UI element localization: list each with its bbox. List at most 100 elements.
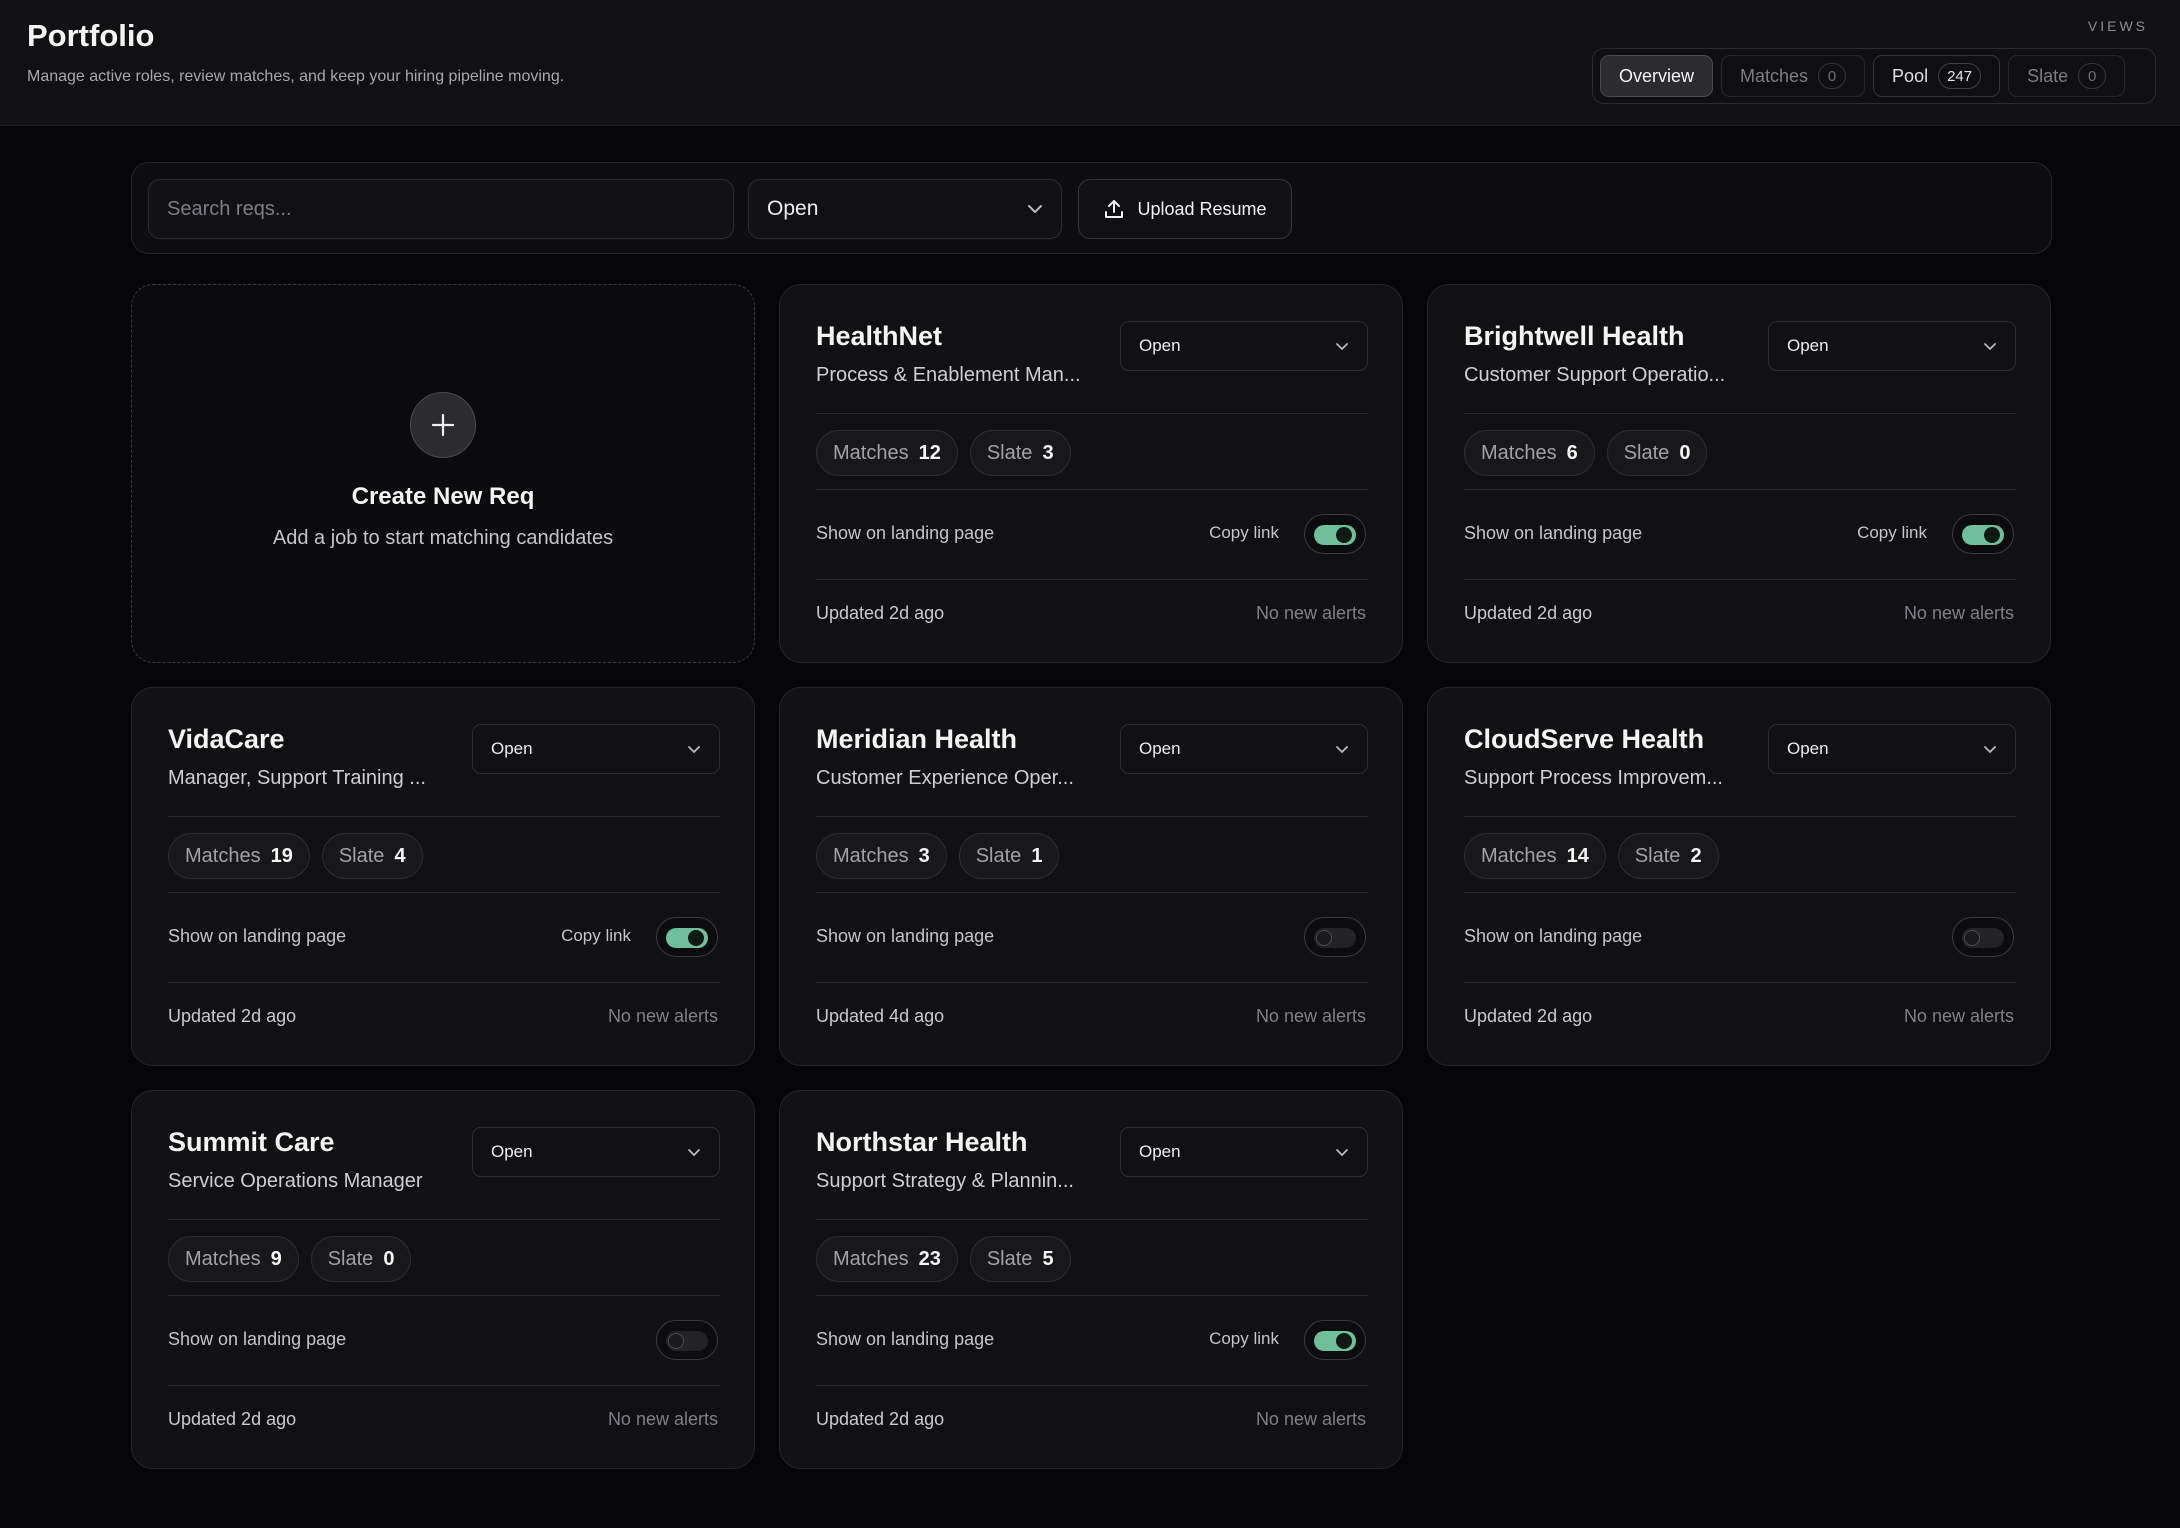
show-on-landing-label: Show on landing page: [816, 926, 995, 946]
slate-pill[interactable]: Slate 0: [310, 1236, 412, 1282]
req-card[interactable]: VidaCare Manager, Support Training ... Ope…: [131, 687, 755, 1066]
alerts-status: No new alerts: [1255, 1006, 1366, 1026]
slate-pill[interactable]: Slate 1: [958, 833, 1060, 879]
toggle-knob: [1964, 930, 1980, 946]
tab-matches[interactable]: Matches 0: [1721, 55, 1866, 97]
show-on-landing-label: Show on landing page: [168, 926, 347, 946]
matches-pill[interactable]: Matches 14: [1464, 833, 1606, 879]
divider: [816, 892, 1368, 893]
req-status-value: Open: [491, 1142, 533, 1161]
slate-pill[interactable]: Slate 0: [1606, 430, 1708, 476]
search-input[interactable]: [148, 179, 734, 239]
matches-count: 14: [1566, 844, 1589, 867]
req-status-select[interactable]: Open: [1120, 724, 1368, 774]
chevron-down-icon: [1336, 745, 1348, 753]
status-filter-select[interactable]: Open: [748, 179, 1062, 239]
tab-slate[interactable]: Slate 0: [2008, 55, 2126, 97]
slate-pill[interactable]: Slate 3: [969, 430, 1071, 476]
views-tab-bar: Overview Matches 0 Pool 247 Slate 0: [1592, 48, 2156, 104]
slate-count: 5: [1042, 1247, 1054, 1270]
req-card[interactable]: Brightwell Health Customer Support Operat…: [1427, 284, 2051, 663]
matches-label: Matches: [185, 844, 261, 867]
toggle-track: [1962, 525, 2004, 545]
company-name: VidaCare: [168, 724, 285, 754]
landing-page-toggle[interactable]: [1952, 917, 2014, 957]
divider: [168, 982, 720, 983]
slate-pill[interactable]: Slate 2: [1617, 833, 1719, 879]
chevron-down-icon: [1984, 745, 1996, 753]
show-on-landing-label: Show on landing page: [816, 523, 995, 543]
alerts-status: No new alerts: [607, 1409, 718, 1429]
landing-page-toggle[interactable]: [656, 1320, 718, 1360]
matches-pill[interactable]: Matches 12: [816, 430, 958, 476]
slate-pill[interactable]: Slate 5: [969, 1236, 1071, 1282]
toggle-track: [666, 928, 708, 948]
matches-label: Matches: [1481, 441, 1557, 464]
slate-pill[interactable]: Slate 4: [321, 833, 423, 879]
divider: [1464, 816, 2016, 817]
req-card[interactable]: Meridian Health Customer Experience Oper.…: [779, 687, 1403, 1066]
landing-page-toggle[interactable]: [1304, 1320, 1366, 1360]
matches-pill[interactable]: Matches 19: [168, 833, 310, 879]
count-pills: Matches 12 Slate 3: [816, 430, 1071, 476]
copy-link[interactable]: Copy link: [1857, 523, 1927, 543]
req-card[interactable]: HealthNet Process & Enablement Man... Open…: [779, 284, 1403, 663]
matches-pill[interactable]: Matches 6: [1464, 430, 1595, 476]
alerts-status: No new alerts: [607, 1006, 718, 1026]
req-card[interactable]: CloudServe Health Support Process Improve…: [1427, 687, 2051, 1066]
create-req-title: Create New Req: [351, 483, 535, 510]
filter-toolbar: Open Upload Resume: [131, 162, 2052, 254]
req-status-select[interactable]: Open: [1120, 1127, 1368, 1177]
slate-label: Slate: [327, 1247, 374, 1270]
matches-count: 12: [918, 441, 941, 464]
req-status-value: Open: [1787, 336, 1829, 355]
company-name: Meridian Health: [816, 724, 1018, 754]
upload-resume-button[interactable]: Upload Resume: [1078, 179, 1292, 239]
req-card[interactable]: Northstar Health Support Strategy & Plann…: [779, 1090, 1403, 1469]
req-status-select[interactable]: Open: [472, 724, 720, 774]
create-new-req-card[interactable]: Create New Req Add a job to start matchi…: [131, 284, 755, 663]
tab-count-badge: 0: [2078, 63, 2107, 89]
divider: [816, 1295, 1368, 1296]
chevron-down-icon: [1336, 1148, 1348, 1156]
req-status-select[interactable]: Open: [1768, 724, 2016, 774]
copy-link[interactable]: Copy link: [1209, 1329, 1279, 1349]
divider: [816, 982, 1368, 983]
landing-page-toggle[interactable]: [1952, 514, 2014, 554]
slate-count: 2: [1690, 844, 1702, 867]
alerts-status: No new alerts: [1255, 1409, 1366, 1429]
divider: [816, 1219, 1368, 1220]
divider: [1464, 413, 2016, 414]
alerts-status: No new alerts: [1903, 603, 2014, 623]
page-header: Portfolio Manage active roles, review ma…: [0, 0, 2180, 126]
landing-page-toggle[interactable]: [1304, 917, 1366, 957]
toggle-knob: [1336, 1333, 1352, 1349]
updated-timestamp: Updated 2d ago: [1464, 1006, 1593, 1026]
req-status-select[interactable]: Open: [472, 1127, 720, 1177]
slate-label: Slate: [986, 441, 1033, 464]
matches-pill[interactable]: Matches 3: [816, 833, 947, 879]
page-title: Portfolio: [27, 18, 155, 53]
divider: [168, 816, 720, 817]
req-card[interactable]: Summit Care Service Operations Manager Ope…: [131, 1090, 755, 1469]
matches-pill[interactable]: Matches 23: [816, 1236, 958, 1282]
toggle-knob: [1316, 930, 1332, 946]
matches-pill[interactable]: Matches 9: [168, 1236, 299, 1282]
landing-page-toggle[interactable]: [1304, 514, 1366, 554]
tab-overview[interactable]: Overview: [1600, 55, 1714, 97]
tab-pool[interactable]: Pool 247: [1873, 55, 2001, 97]
divider: [168, 1219, 720, 1220]
tab-label: Overview: [1619, 65, 1695, 86]
matches-label: Matches: [833, 441, 909, 464]
slate-label: Slate: [975, 844, 1022, 867]
matches-label: Matches: [833, 1247, 909, 1270]
role-title: Customer Support Operatio...: [1464, 364, 1726, 386]
req-status-select[interactable]: Open: [1120, 321, 1368, 371]
copy-link[interactable]: Copy link: [561, 926, 631, 946]
matches-count: 9: [270, 1247, 282, 1270]
tab-label: Slate: [2027, 65, 2069, 86]
landing-page-toggle[interactable]: [656, 917, 718, 957]
req-status-select[interactable]: Open: [1768, 321, 2016, 371]
updated-timestamp: Updated 2d ago: [168, 1006, 297, 1026]
copy-link[interactable]: Copy link: [1209, 523, 1279, 543]
